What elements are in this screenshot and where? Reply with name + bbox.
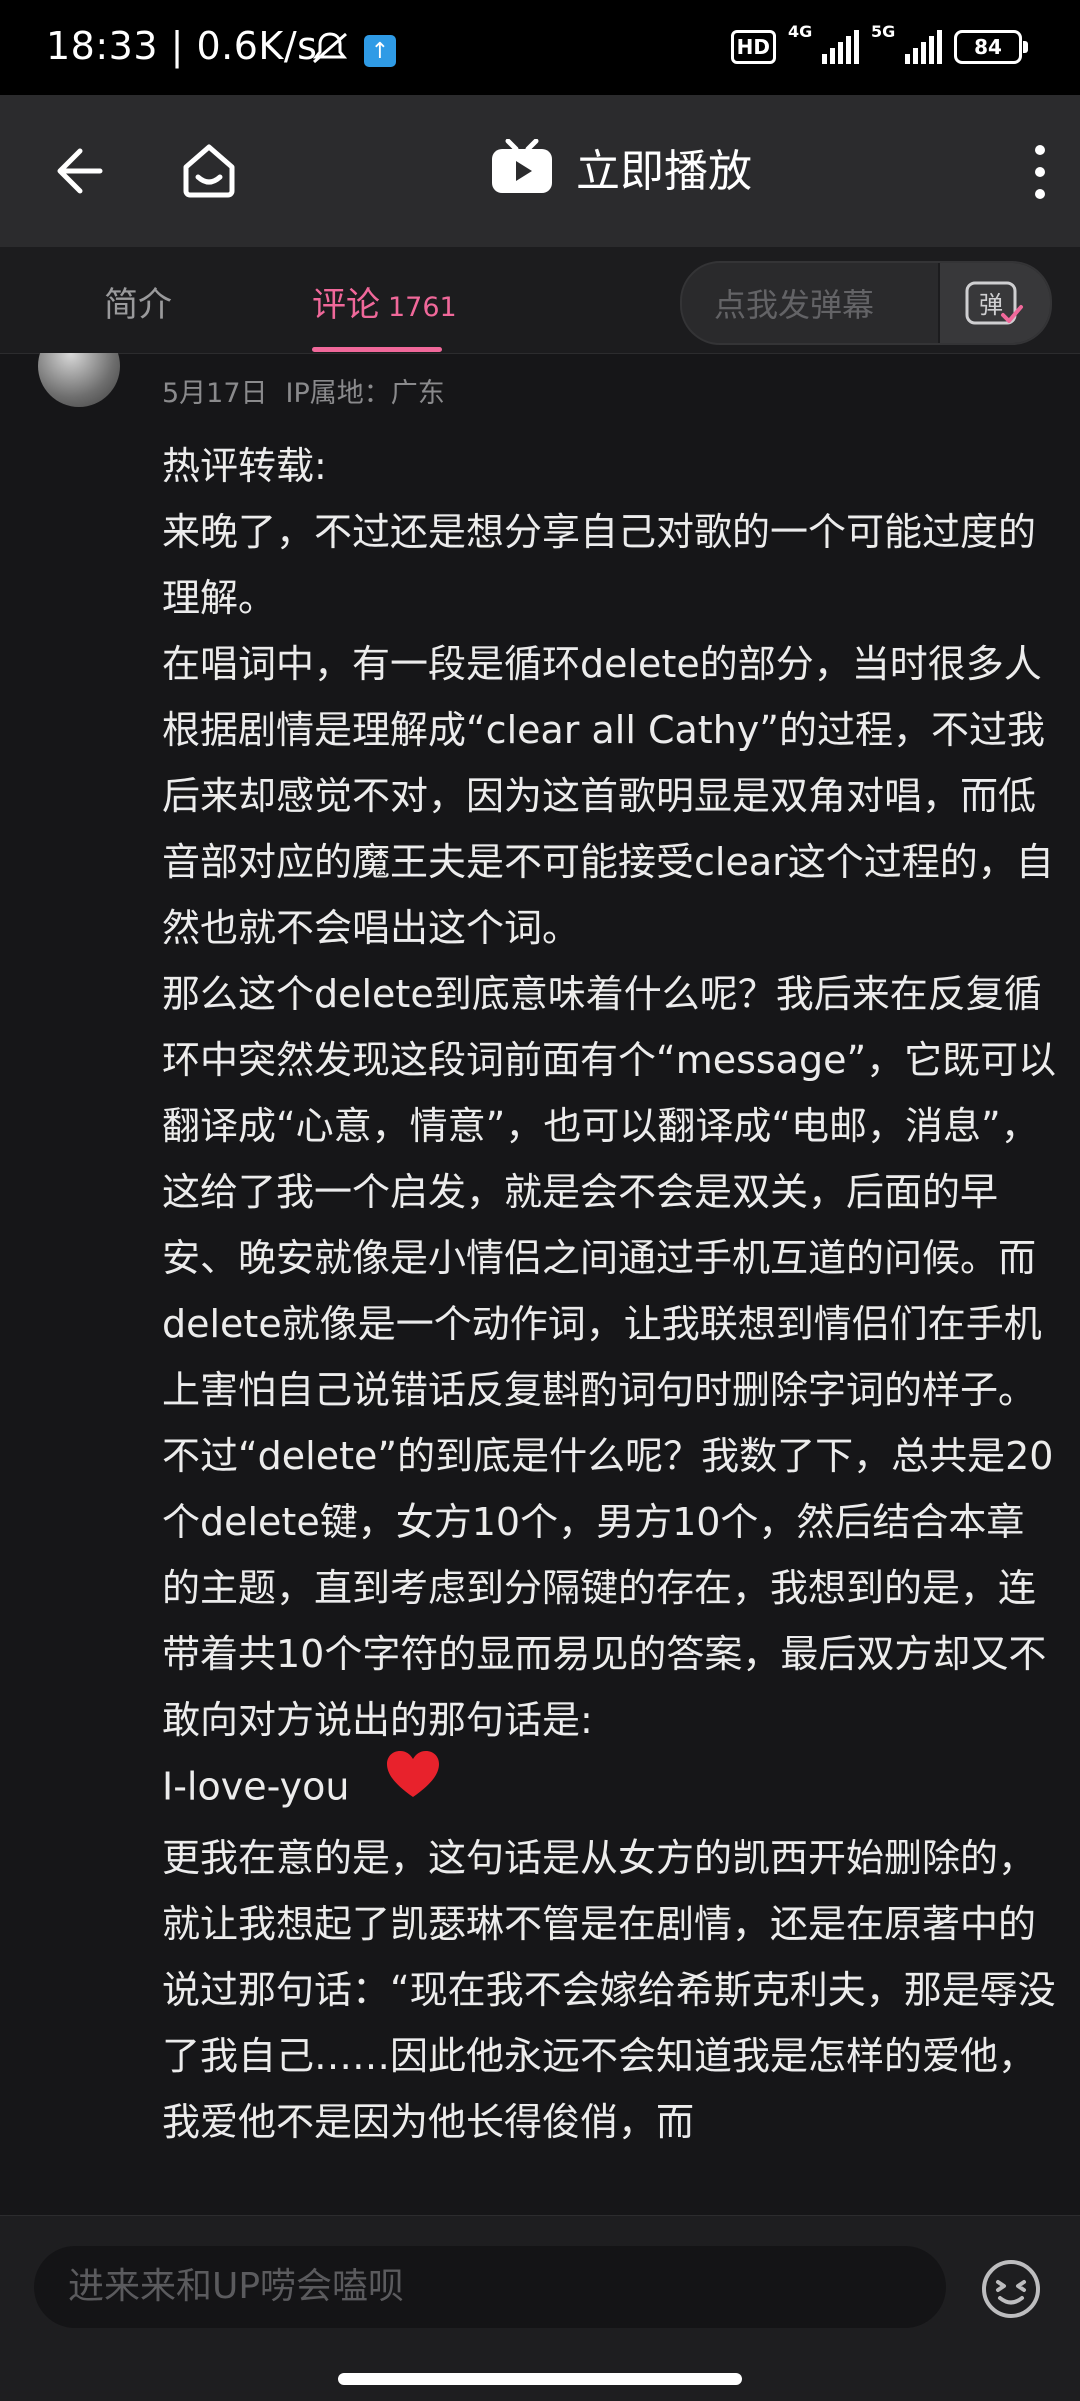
- comment-item: 5月17日 IP属地：广东 热评转载: 来晚了，不过还是想分享自己对歌的一个可能过…: [0, 353, 1080, 2215]
- i-love-you-text: I-love-you: [162, 1764, 350, 1809]
- danmaku-icon: 弹: [965, 281, 1023, 325]
- emoji-icon[interactable]: [980, 2258, 1042, 2320]
- comment-paragraph: 在唱词中，有一段是循环delete的部分，当时很多人根据剧情是理解成“clear…: [162, 642, 1054, 950]
- home-indicator[interactable]: [338, 2373, 742, 2385]
- tab-comments-label: 评论: [312, 285, 380, 325]
- signal-4g-icon: 4G: [788, 22, 859, 64]
- avatar[interactable]: [38, 353, 120, 407]
- signal-5g-icon: 5G: [871, 22, 942, 64]
- reply-input[interactable]: 进来来和UP唠会嗑呗: [34, 2246, 946, 2328]
- more-options-icon[interactable]: [1030, 145, 1050, 199]
- upload-notification-icon: ↑: [364, 35, 396, 67]
- play-now-label: 立即播放: [576, 146, 752, 197]
- danmaku-input[interactable]: 点我发弹幕 弹: [680, 261, 1052, 345]
- comment-paragraph: 更我在意的是，这句话是从女方的凯西开始删除的，就让我想起了凯瑟琳不管是在剧情，还…: [162, 1836, 1056, 2144]
- status-bar: 18:33 | 0.6K/s ↑ HD 4G 5G 84: [0, 0, 1080, 95]
- status-left-icons: ↑: [310, 30, 396, 72]
- bottom-reply-bar: 进来来和UP唠会嗑呗: [0, 2215, 1080, 2401]
- play-now-button[interactable]: 立即播放: [490, 135, 752, 199]
- tab-bar: 简介 评论 1761 点我发弹幕 弹: [0, 247, 1080, 354]
- active-tab-indicator: [312, 347, 442, 352]
- danmaku-toggle-button[interactable]: 弹: [938, 263, 1050, 343]
- comment-meta: 5月17日 IP属地：广东: [162, 371, 445, 410]
- comment-paragraph: 热评转载:: [162, 444, 327, 488]
- tab-intro[interactable]: 简介: [104, 277, 172, 326]
- tab-comments[interactable]: 评论 1761: [312, 277, 457, 326]
- comment-ip-location: IP属地：广东: [285, 378, 445, 409]
- comment-paragraph: 那么这个delete到底意味着什么呢？我后来在反复循环中突然发现这段词前面有个“…: [162, 972, 1057, 1742]
- comment-body: 热评转载: 来晚了，不过还是想分享自己对歌的一个可能过度的理解。 在唱词中，有一…: [162, 433, 1062, 2155]
- red-heart-icon: [385, 1749, 441, 1821]
- comment-paragraph: 来晚了，不过还是想分享自己对歌的一个可能过度的理解。: [162, 510, 1037, 620]
- comment-date: 5月17日: [162, 378, 268, 409]
- home-icon[interactable]: [178, 139, 240, 201]
- status-right-icons: HD 4G 5G 84: [730, 22, 1028, 64]
- back-arrow-icon[interactable]: [48, 141, 108, 201]
- top-nav-bar: 立即播放: [0, 95, 1080, 247]
- comments-count: 1761: [388, 292, 457, 323]
- status-time: 18:33 | 0.6K/s: [46, 24, 318, 68]
- mute-notification-icon: [310, 30, 350, 72]
- battery-icon: 84: [954, 30, 1028, 64]
- svg-text:弹: 弹: [979, 291, 1003, 319]
- comment-paragraph-with-heart: I-love-you: [162, 1751, 1062, 1825]
- hd-voice-icon: HD: [730, 30, 776, 64]
- danmaku-placeholder: 点我发弹幕: [714, 286, 875, 324]
- tv-play-icon: [490, 138, 554, 195]
